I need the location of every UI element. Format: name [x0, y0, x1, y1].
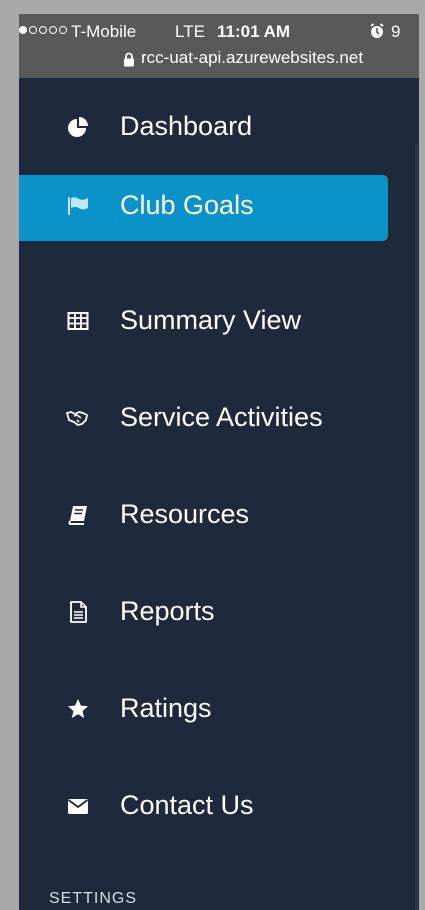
menu-label: Service Activities: [120, 402, 323, 432]
settings-section-header: SETTINGS: [49, 890, 138, 907]
star-icon: [68, 699, 88, 718]
menu-item-reports[interactable]: Reports: [19, 563, 419, 660]
flag-icon: [68, 197, 88, 215]
handshake-icon: [66, 411, 88, 426]
menu-item-contact-us[interactable]: Contact Us: [19, 757, 419, 854]
signal-strength-icon: [19, 26, 67, 34]
table-icon: [67, 312, 89, 330]
status-row: T-Mobile LTE 11:01 AM 9: [19, 22, 419, 44]
menu-label: Ratings: [120, 693, 212, 723]
menu-label: Contact Us: [120, 790, 254, 820]
menu-label: Resources: [120, 499, 250, 529]
envelope-icon: [67, 799, 89, 814]
phone-screen: T-Mobile LTE 11:01 AM 9 rcc-uat-api.azur…: [19, 14, 419, 910]
menu-item-dashboard[interactable]: Dashboard: [19, 78, 419, 175]
url-bar[interactable]: rcc-uat-api.azurewebsites.net: [19, 48, 419, 70]
menu-label: Club Goals: [120, 190, 254, 220]
menu-label: Summary View: [120, 305, 302, 335]
pie-chart-icon: [68, 117, 88, 137]
alarm-clock-icon: [370, 23, 384, 38]
status-time: 11:01 AM: [217, 22, 291, 41]
device-frame: T-Mobile LTE 11:01 AM 9 rcc-uat-api.azur…: [0, 0, 425, 910]
side-menu: Dashboard Club Goals Summary View Servic…: [19, 78, 419, 854]
menu-item-resources[interactable]: Resources: [19, 466, 419, 563]
menu-label: Dashboard: [120, 111, 253, 141]
menu-item-ratings[interactable]: Ratings: [19, 660, 419, 757]
menu-item-service-activities[interactable]: Service Activities: [19, 369, 419, 466]
network-type: LTE: [175, 22, 205, 41]
menu-item-club-goals[interactable]: Club Goals: [19, 175, 419, 272]
url-text: rcc-uat-api.azurewebsites.net: [141, 48, 364, 67]
menu-label: Reports: [120, 596, 215, 626]
book-icon: [68, 506, 87, 525]
battery-percent: 9: [391, 22, 401, 41]
document-icon: [70, 601, 87, 623]
carrier-name: T-Mobile: [71, 22, 137, 41]
status-bar: T-Mobile LTE 11:01 AM 9 rcc-uat-api.azur…: [19, 14, 419, 78]
lock-icon: [124, 52, 134, 67]
menu-item-summary-view[interactable]: Summary View: [19, 272, 419, 369]
